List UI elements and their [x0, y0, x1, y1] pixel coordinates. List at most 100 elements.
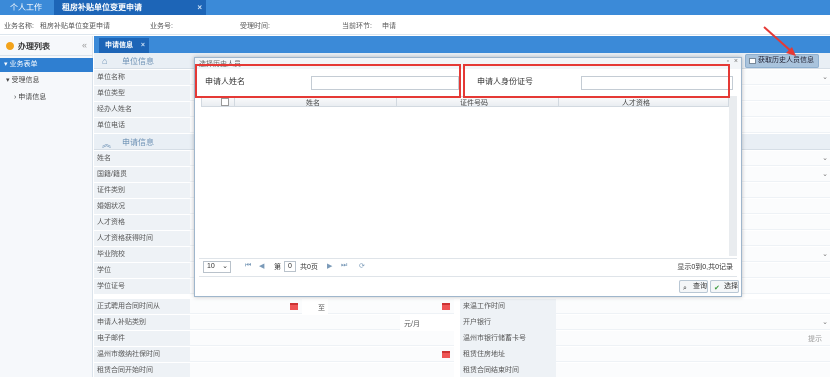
- column-divider: [396, 97, 397, 106]
- refresh-icon[interactable]: ⟳: [359, 262, 365, 270]
- section-title: 申请信息: [122, 138, 154, 147]
- field-label: 婚姻状况: [94, 199, 190, 215]
- field-label: 人才资格: [94, 215, 190, 231]
- chevron-down-icon: ⌄: [222, 263, 228, 270]
- field-label: 开户银行: [460, 315, 556, 331]
- contract-end-field[interactable]: [328, 299, 454, 314]
- pagination-bar: 10 ⌄ ⏮ ◀ 第 0 共0页 ▶ ⏭ ⟳ 显示0到0,共0记录: [199, 258, 737, 274]
- sidebar-item-accept-info[interactable]: ▾ 受理信息: [0, 74, 93, 88]
- sidebar: 办理列表 « ▾ 业务表单 ▾ 受理信息 › 申请信息: [0, 36, 93, 377]
- rent-address-field[interactable]: [556, 347, 830, 362]
- tab-rent-subsidy-change[interactable]: 租房补贴单位变更申请 ×: [54, 0, 206, 15]
- field-label: 温州市缴纳社保时间: [94, 347, 190, 363]
- select-label: 选择: [724, 283, 738, 290]
- business-info-strip: 业务名称: 租房补贴单位变更申请 业务号: 受理时间: 当前环节: 申请: [0, 15, 830, 35]
- sidebar-item-business-form[interactable]: ▾ 业务表单: [0, 58, 93, 72]
- contract-start-field[interactable]: [190, 299, 302, 314]
- annotation-arrow: [763, 26, 796, 56]
- chevron-down-icon[interactable]: ⌄: [822, 73, 828, 81]
- sidebar-item-apply-info[interactable]: › 申请信息: [0, 91, 93, 105]
- chevron-down-icon[interactable]: ⌄: [822, 250, 828, 258]
- top-tab-bar: 个人工作台 租房补贴单位变更申请 ×: [0, 0, 830, 27]
- chevron-down-icon[interactable]: ⌄: [822, 170, 828, 178]
- prev-page-icon[interactable]: ◀: [259, 262, 264, 270]
- to-label: 至: [318, 305, 325, 312]
- field-label: 租赁住房地址: [460, 347, 556, 363]
- current-step-value: 申请: [382, 23, 396, 30]
- hint-label: 提示: [808, 336, 822, 343]
- page-number-input[interactable]: 0: [284, 261, 296, 272]
- document-icon: [749, 58, 756, 64]
- page-prefix: 第: [274, 264, 281, 271]
- section-title: 单位信息: [122, 57, 154, 66]
- column-header-name[interactable]: 姓名: [306, 98, 320, 108]
- chevron-down-icon[interactable]: ⌄: [822, 154, 828, 162]
- field-label: 学位证号: [94, 279, 190, 295]
- field-label: 单位名称: [94, 70, 190, 86]
- lease-start-field[interactable]: [190, 363, 454, 377]
- field-label: 国籍/籍贯: [94, 167, 190, 183]
- annotation-box-name: [195, 64, 461, 98]
- chevron-down-icon[interactable]: ⌄: [822, 318, 828, 326]
- close-icon[interactable]: ×: [141, 38, 145, 53]
- bank-card-field[interactable]: 提示: [556, 331, 830, 346]
- field-label: 申请人补贴类别: [94, 315, 190, 331]
- field-label: 温州市银行储蓄卡号: [460, 331, 556, 347]
- tab-label: 租房补贴单位变更申请: [62, 3, 142, 12]
- sidebar-header: 办理列表 «: [0, 36, 93, 56]
- column-header-id-no[interactable]: 证件号码: [460, 98, 488, 108]
- check-icon: ✔: [714, 285, 720, 292]
- field-label: 毕业院校: [94, 247, 190, 263]
- select-all-checkbox[interactable]: [221, 98, 229, 106]
- vertical-scrollbar[interactable]: [729, 96, 737, 256]
- column-header-talent[interactable]: 人才资格: [622, 98, 650, 108]
- bank-field[interactable]: ⌄: [556, 315, 830, 330]
- accept-time-label: 受理时间:: [240, 23, 270, 30]
- business-no-label: 业务号:: [150, 23, 173, 30]
- social-security-date-field[interactable]: [190, 347, 454, 362]
- field-label: 姓名: [94, 151, 190, 167]
- query-button[interactable]: ⌕ 查询: [679, 280, 708, 293]
- tab-personal-workbench[interactable]: 个人工作台: [0, 0, 52, 27]
- email-field[interactable]: [190, 331, 454, 346]
- current-step-label: 当前环节:: [342, 23, 372, 30]
- collapse-icon[interactable]: «: [82, 40, 87, 50]
- business-name-value: 租房补贴单位变更申请: [40, 23, 110, 30]
- query-label: 查询: [693, 283, 707, 290]
- close-icon[interactable]: ×: [734, 58, 738, 65]
- unit-label: 元/月: [404, 321, 420, 328]
- subsidy-type-field[interactable]: [190, 315, 400, 330]
- search-icon: ⌕: [683, 285, 687, 292]
- home-icon: ⌂: [102, 56, 108, 66]
- field-label: 学位: [94, 263, 190, 279]
- first-page-icon[interactable]: ⏮: [245, 262, 251, 270]
- page-total: 共0页: [300, 264, 318, 271]
- field-label: 经办人姓名: [94, 102, 190, 118]
- close-icon[interactable]: ×: [197, 0, 202, 15]
- tab-label: 申请信息: [105, 42, 133, 49]
- column-divider: [558, 97, 559, 106]
- field-label: 单位类型: [94, 86, 190, 102]
- last-page-icon[interactable]: ⏭: [341, 262, 347, 270]
- annotation-box-id: [463, 64, 730, 98]
- sidebar-title: 办理列表: [18, 42, 50, 51]
- tab-apply-info[interactable]: 申请信息 ×: [99, 38, 149, 53]
- field-label: 证件类别: [94, 183, 190, 199]
- field-label: 租赁合同开始时间: [94, 363, 190, 377]
- arrive-work-date-field[interactable]: [556, 299, 830, 314]
- field-label: 单位电话: [94, 118, 190, 134]
- select-button[interactable]: ✔ 选择: [710, 280, 739, 293]
- chevron-up-icon[interactable]: ︽: [102, 137, 111, 150]
- calendar-icon[interactable]: [290, 303, 298, 310]
- business-name-label: 业务名称:: [4, 23, 34, 30]
- lease-end-field[interactable]: [556, 363, 830, 377]
- next-page-icon[interactable]: ▶: [327, 262, 332, 270]
- field-label: 电子邮件: [94, 331, 190, 347]
- field-label: 正式聘用合同时间从: [94, 299, 190, 315]
- page-size-select[interactable]: 10 ⌄: [203, 261, 231, 273]
- calendar-icon[interactable]: [442, 351, 450, 358]
- calendar-icon[interactable]: [442, 303, 450, 310]
- result-grid-body: [201, 108, 729, 256]
- content-tab-bar: 申请信息 ×: [94, 36, 830, 53]
- page-size-value: 10: [207, 263, 215, 270]
